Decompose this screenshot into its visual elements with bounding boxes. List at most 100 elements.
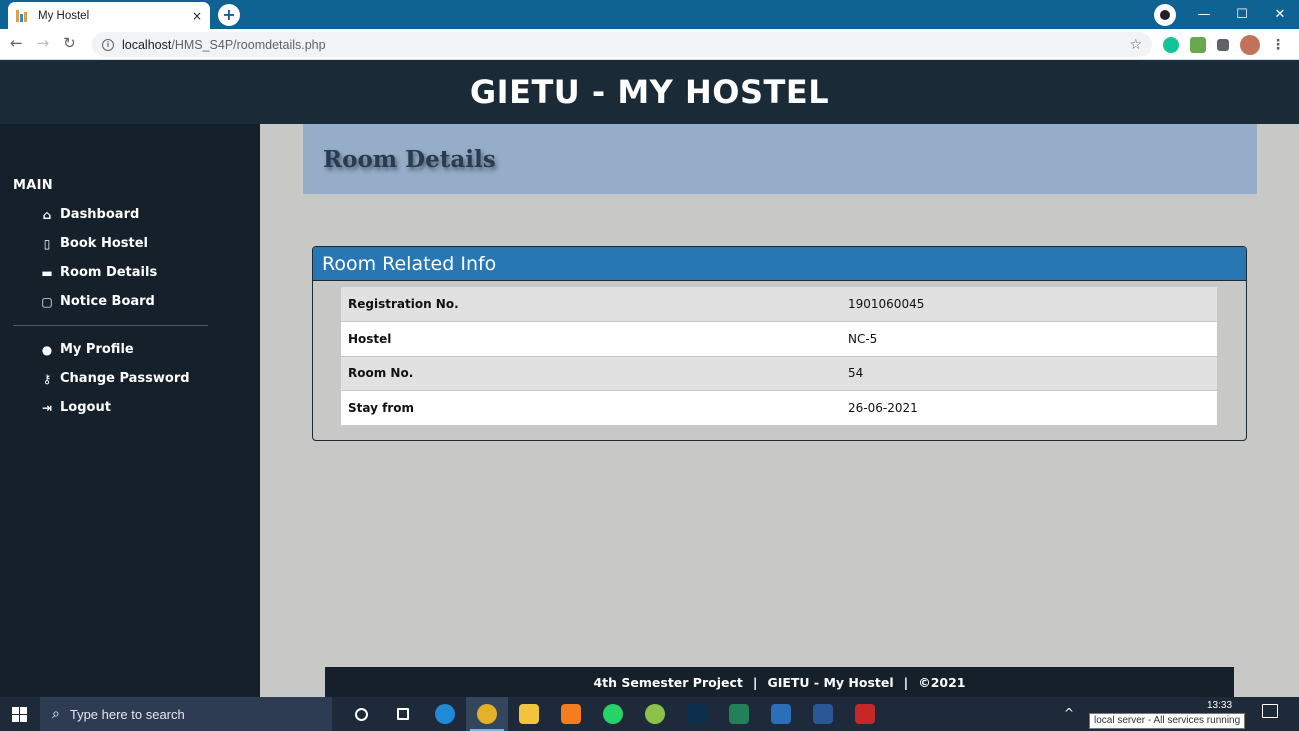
clipboard-icon: ▢ [41, 294, 53, 309]
sidebar-heading: MAIN [13, 178, 53, 193]
sidebar-item-logout[interactable]: ⇥ Logout [39, 393, 190, 422]
row-value: 54 [848, 366, 864, 381]
room-info-table: Registration No. 1901060045 Hostel NC-5 … [341, 287, 1217, 426]
row-label: Hostel [348, 331, 392, 346]
taskbar-app-word[interactable] [802, 697, 844, 731]
file-explorer-icon [519, 704, 539, 724]
chrome-icon [477, 704, 497, 724]
footer-separator: | [752, 674, 758, 690]
page-title: Room Details [323, 145, 496, 173]
site-footer: 4th Semester Project | GIETU - My Hostel… [325, 667, 1234, 697]
taskbar-app-sublime[interactable] [550, 697, 592, 731]
maximize-button[interactable]: ☐ [1223, 7, 1261, 22]
url-input[interactable]: i localhost/HMS_S4P/roomdetails.php ☆ [92, 32, 1152, 57]
whatsapp-icon [603, 704, 623, 724]
taskbar-app-app-green[interactable] [718, 697, 760, 731]
tray-chevron-icon[interactable]: ^ [1064, 706, 1074, 720]
taskbar-app-acrobat[interactable] [844, 697, 886, 731]
site-title: GIETU - MY HOSTEL [469, 73, 830, 111]
taskbar-app-photoshop[interactable] [676, 697, 718, 731]
table-row: Stay from 26-06-2021 [341, 390, 1217, 425]
taskbar-app-picasa[interactable] [634, 697, 676, 731]
taskbar-app-whatsapp[interactable] [592, 697, 634, 731]
app-blue-icon [771, 704, 791, 724]
url-text: localhost/HMS_S4P/roomdetails.php [122, 37, 326, 52]
page-banner: Room Details [303, 124, 1257, 194]
taskbar-app-file-explorer[interactable] [508, 697, 550, 731]
user-avatar[interactable] [1240, 35, 1260, 55]
browser-profile-icon[interactable] [1154, 4, 1176, 26]
cortana-icon [354, 707, 368, 721]
table-row: Registration No. 1901060045 [341, 287, 1217, 322]
task-view-icon [397, 708, 409, 720]
table-row: Hostel NC-5 [341, 321, 1217, 356]
photoshop-icon [687, 704, 707, 724]
tab-close-icon[interactable]: × [192, 9, 202, 23]
footer-separator: | [903, 674, 909, 690]
grammarly-icon[interactable] [1163, 37, 1179, 53]
sublime-icon [561, 704, 581, 724]
file-icon: ▯ [43, 236, 51, 251]
browser-menu-icon[interactable]: ⋮ [1271, 37, 1285, 53]
logout-icon: ⇥ [41, 400, 53, 415]
info-icon[interactable]: i [102, 38, 114, 51]
row-value: 26-06-2021 [848, 400, 918, 415]
extension-icons: ⋮ [1163, 35, 1285, 55]
search-icon: ⌕ [52, 706, 60, 722]
reload-icon[interactable]: ↻ [63, 34, 76, 52]
sidebar-item-change-password[interactable]: ⚷ Change Password [39, 364, 190, 393]
browser-tab[interactable]: My Hostel × [8, 2, 210, 29]
sidebar-divider [13, 325, 208, 326]
sidebar: MAIN ⌂ Dashboard ▯ Book Hostel ▬ Room Detai… [0, 124, 260, 697]
row-label: Room No. [348, 366, 414, 381]
row-label: Registration No. [348, 297, 459, 311]
app-green-icon [729, 704, 749, 724]
acrobat-icon [855, 704, 875, 724]
picasa-icon [645, 704, 665, 724]
windows-start-icon[interactable] [12, 707, 28, 722]
nav-controls: ← → ↻ [10, 34, 76, 52]
tab-title: My Hostel [38, 9, 90, 22]
sidebar-item-book-hostel[interactable]: ▯ Book Hostel [39, 229, 157, 258]
taskbar-app-chrome[interactable] [466, 697, 508, 731]
close-window-button[interactable]: ✕ [1261, 7, 1299, 22]
puzzle-icon[interactable] [1217, 39, 1229, 51]
bookmark-star-icon[interactable]: ☆ [1129, 37, 1142, 53]
sidebar-item-dashboard[interactable]: ⌂ Dashboard [39, 200, 157, 229]
bed-icon: ▬ [41, 265, 53, 280]
notification-icon[interactable] [1262, 704, 1278, 718]
table-row: Room No. 54 [341, 356, 1217, 391]
footer-copyright: ©2021 [918, 674, 966, 690]
user-circle-icon: ● [41, 342, 53, 357]
tray-tooltip: local server - All services running [1089, 713, 1246, 729]
footer-project: 4th Semester Project [593, 674, 743, 690]
panel-heading: Room Related Info [313, 247, 1246, 281]
hostel-favicon-icon [16, 9, 30, 22]
site-header: GIETU - MY HOSTEL [0, 60, 1299, 124]
sidebar-item-notice-board[interactable]: ▢ Notice Board [39, 287, 157, 316]
taskbar-app-edge[interactable] [424, 697, 466, 731]
sidebar-main-menu: ⌂ Dashboard ▯ Book Hostel ▬ Room Details ▢ N… [39, 200, 157, 316]
taskbar-search-input[interactable]: ⌕ Type here to search [40, 697, 332, 731]
room-info-panel: Room Related Info Registration No. 19010… [312, 246, 1247, 441]
window-controls: — ☐ ✕ [1185, 0, 1299, 29]
taskbar-app-cortana[interactable] [340, 697, 382, 731]
footer-site: GIETU - My Hostel [767, 674, 894, 690]
back-arrow-icon[interactable]: ← [10, 34, 23, 52]
taskbar-apps [340, 697, 886, 731]
taskbar-app-app-blue[interactable] [760, 697, 802, 731]
row-label: Stay from [348, 400, 414, 415]
dashboard-icon: ⌂ [42, 207, 52, 222]
sidebar-item-my-profile[interactable]: ● My Profile [39, 335, 190, 364]
row-value: NC-5 [848, 331, 878, 346]
key-icon: ⚷ [42, 371, 52, 386]
forward-arrow-icon[interactable]: → [37, 34, 50, 52]
row-value: 1901060045 [848, 297, 925, 311]
browser-tab-bar: My Hostel × + — ☐ ✕ [0, 0, 1299, 29]
sidebar-item-room-details[interactable]: ▬ Room Details [39, 258, 157, 287]
taskbar-clock[interactable]: 13:33 [1207, 700, 1232, 711]
minimize-button[interactable]: — [1185, 7, 1223, 22]
taskbar-app-task-view[interactable] [382, 697, 424, 731]
new-tab-button[interactable]: + [218, 4, 240, 26]
extension-green-icon[interactable] [1190, 37, 1206, 53]
